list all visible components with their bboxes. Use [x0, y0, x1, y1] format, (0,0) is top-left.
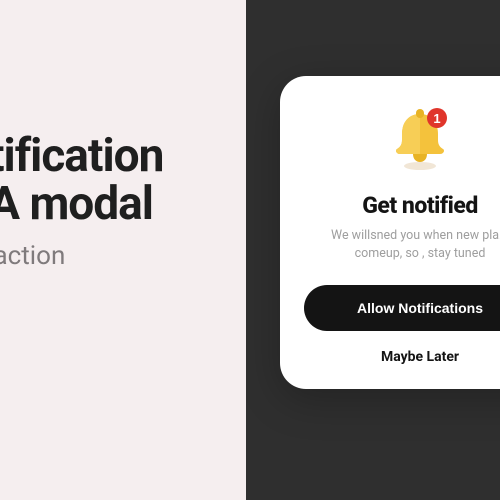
maybe-later-link[interactable]: Maybe Later [304, 349, 500, 365]
modal-description: We willsned you when new pla... comeup, … [304, 227, 500, 263]
bell-icon: 1 [385, 104, 455, 174]
badge-count: 1 [433, 111, 440, 126]
promo-title-line1: otification [0, 132, 163, 180]
bell-icon-wrap: 1 [304, 104, 500, 174]
promo-text-block: otification TA modal to action [0, 132, 163, 271]
promo-subtitle: to action [0, 241, 163, 271]
preview-panel: 1 Get notified We willsned you when new … [246, 0, 500, 500]
notification-cta-modal: 1 Get notified We willsned you when new … [280, 76, 500, 389]
modal-title: Get notified [304, 192, 500, 219]
promo-title-line2: TA modal [0, 180, 163, 228]
canvas: otification TA modal to action 1 Get not… [0, 0, 500, 500]
promo-panel: otification TA modal to action [0, 0, 246, 500]
allow-notifications-button[interactable]: Allow Notifications [304, 285, 500, 331]
